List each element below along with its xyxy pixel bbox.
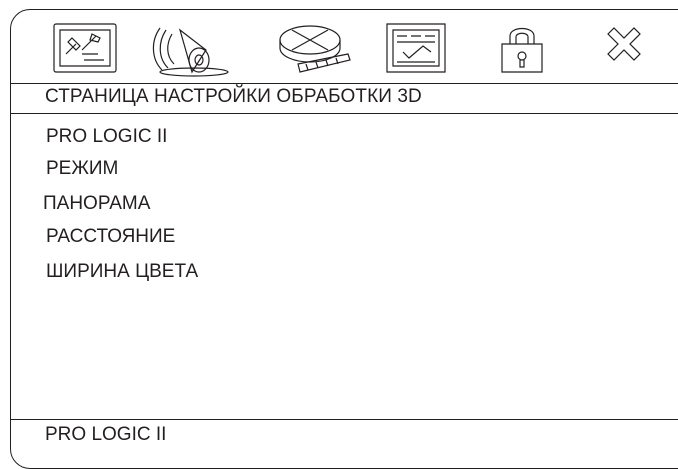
toolbar-divider [11,83,678,84]
menu-item-mode[interactable]: РЕЖИМ [46,158,118,180]
audio-speaker-icon[interactable] [144,20,234,76]
menu-item-color-width[interactable]: ШИРИНА ЦВЕТА [46,261,198,283]
page-title: СТРАНИЦА НАСТРОЙКИ ОБРАБОТКИ 3D [45,86,422,107]
preference-panel-icon[interactable] [383,20,449,76]
exit-x-icon[interactable] [602,20,646,76]
menu-item-panorama[interactable]: ПАНОРАМА [43,193,150,215]
status-text: PRO LOGIC II [45,424,167,445]
menu-item-distance[interactable]: РАССТОЯНИЕ [46,226,175,248]
password-lock-icon[interactable] [492,20,552,76]
general-setup-icon[interactable] [52,20,118,76]
menu-item-pro-logic[interactable]: PRO LOGIC II [46,126,167,148]
status-divider [11,419,678,420]
video-film-icon[interactable] [270,20,354,76]
title-divider [11,113,678,114]
